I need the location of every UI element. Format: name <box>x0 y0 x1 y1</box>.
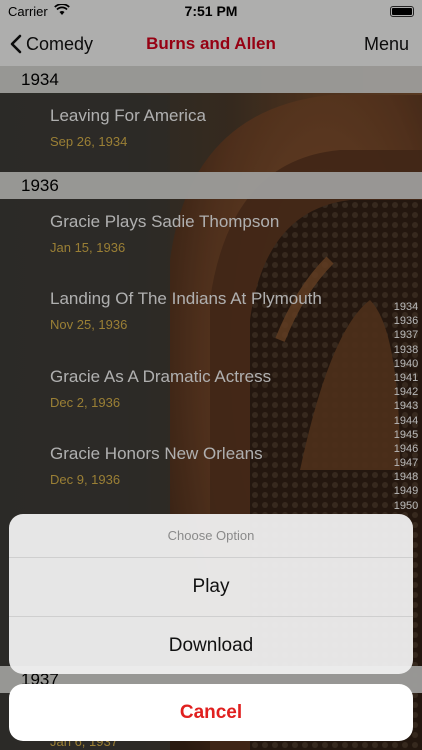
play-button[interactable]: Play <box>9 558 413 616</box>
download-button[interactable]: Download <box>9 616 413 674</box>
action-sheet-caption: Choose Option <box>9 514 413 558</box>
cancel-button[interactable]: Cancel <box>9 684 413 741</box>
action-sheet: Choose Option Play Download <box>9 514 413 674</box>
